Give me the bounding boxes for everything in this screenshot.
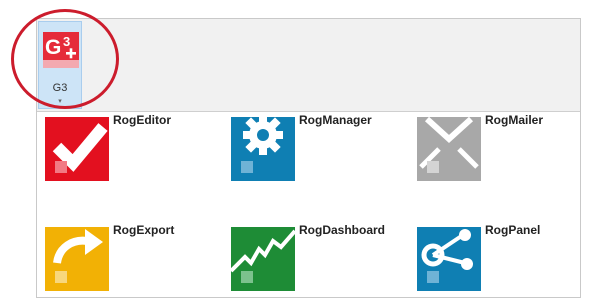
share-nodes-icon xyxy=(417,227,481,291)
checkmark-icon xyxy=(45,117,109,181)
app-tile-rogeditor[interactable]: RogEditor xyxy=(37,111,217,201)
chevron-down-icon[interactable]: ▾ xyxy=(39,97,81,105)
app-label: RogPanel xyxy=(485,223,541,237)
svg-text:3: 3 xyxy=(63,34,70,49)
app-tile-rogmailer[interactable]: RogMailer xyxy=(409,111,580,201)
launcher-window: G 3 G3 ▾ RogEditor RogManager RogMailer … xyxy=(36,18,581,298)
app-label: RogDashboard xyxy=(299,223,386,237)
envelope-icon xyxy=(417,117,481,181)
export-arrow-icon xyxy=(45,227,109,291)
g3-button-label: G3 xyxy=(52,82,68,94)
app-tile-rogexport[interactable]: RogExport xyxy=(37,221,217,297)
svg-text:G: G xyxy=(45,36,61,59)
g3-button[interactable]: G 3 G3 ▾ xyxy=(38,21,82,109)
app-tile-rogdashboard[interactable]: RogDashboard xyxy=(223,221,403,297)
app-label: RogMailer xyxy=(485,113,544,127)
app-label: RogExport xyxy=(113,223,175,237)
app-grid: RogEditor RogManager RogMailer RogExport… xyxy=(37,111,580,297)
g3-logo-icon: G 3 xyxy=(43,32,79,68)
gear-icon xyxy=(231,117,295,181)
app-label: RogManager xyxy=(299,113,372,127)
app-label: RogEditor xyxy=(113,113,171,127)
app-tile-rogmanager[interactable]: RogManager xyxy=(223,111,403,201)
ribbon-bar: G 3 G3 ▾ xyxy=(37,19,580,112)
app-tile-rogpanel[interactable]: RogPanel xyxy=(409,221,580,297)
chart-line-icon xyxy=(231,227,295,291)
